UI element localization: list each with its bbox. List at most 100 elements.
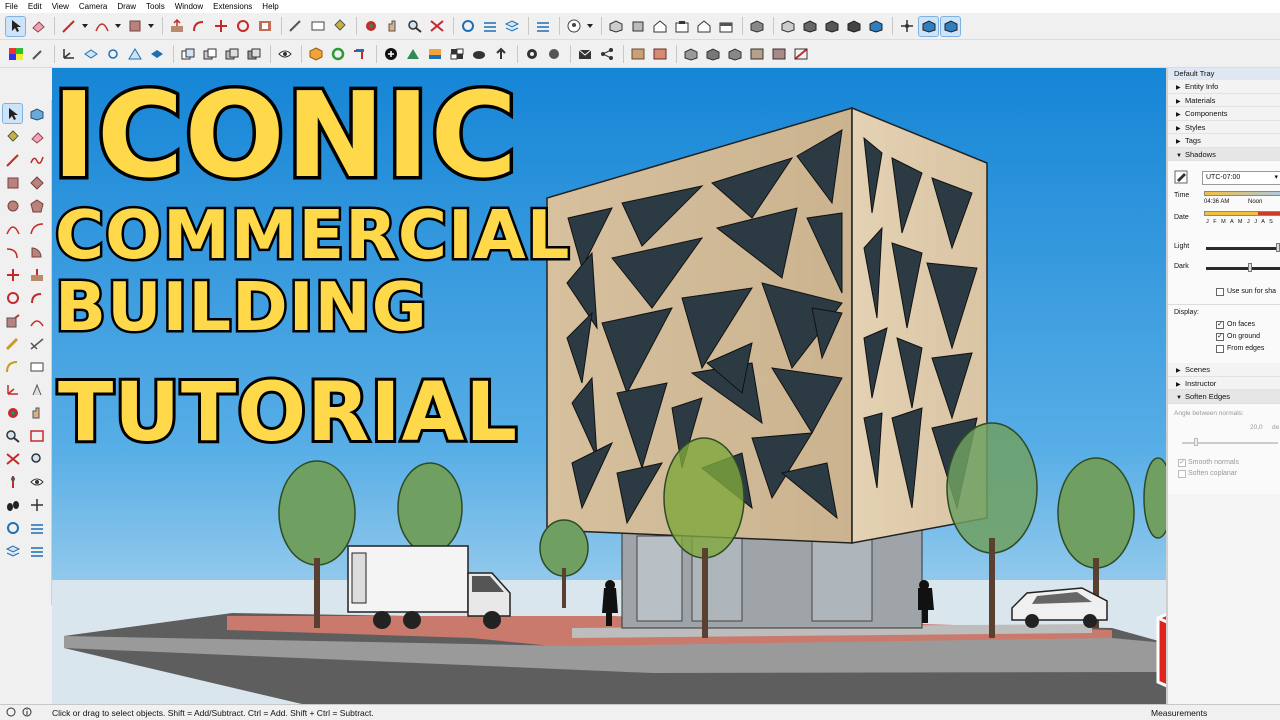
component-5-icon[interactable] xyxy=(769,44,788,63)
protractor-icon[interactable] xyxy=(3,357,22,376)
info-icon[interactable] xyxy=(22,707,32,719)
previous-view-icon[interactable] xyxy=(27,449,46,468)
rectangle-icon[interactable] xyxy=(3,173,22,192)
chevron-down-icon[interactable] xyxy=(114,17,122,36)
tray-section-scenes[interactable]: ▶ Scenes xyxy=(1168,363,1280,377)
menu-extensions[interactable]: Extensions xyxy=(208,0,257,13)
left-view-icon[interactable] xyxy=(716,17,735,36)
tray-section-materials[interactable]: ▶ Materials xyxy=(1168,93,1280,107)
circle-icon[interactable] xyxy=(3,196,22,215)
on-ground-checkbox[interactable]: ✓ xyxy=(1216,333,1224,341)
import-icon[interactable] xyxy=(350,44,369,63)
light-slider-thumb[interactable] xyxy=(1276,243,1280,252)
rotated-rectangle-icon[interactable] xyxy=(27,173,46,192)
component-2-icon[interactable] xyxy=(703,44,722,63)
color-palette-icon[interactable] xyxy=(6,44,25,63)
use-sun-checkbox[interactable] xyxy=(1216,288,1224,296)
tray-section-tags[interactable]: ▶ Tags xyxy=(1168,134,1280,148)
scale-icon[interactable] xyxy=(3,311,22,330)
arc-icon[interactable] xyxy=(3,219,22,238)
three-point-arc-icon[interactable] xyxy=(3,242,22,261)
rectangle-icon[interactable] xyxy=(125,17,144,36)
shaded-icon[interactable] xyxy=(844,17,863,36)
material-1-icon[interactable] xyxy=(628,44,647,63)
components-icon[interactable] xyxy=(533,17,552,36)
paint-bucket-icon[interactable] xyxy=(3,127,22,146)
menu-view[interactable]: View xyxy=(47,0,74,13)
pan-icon[interactable] xyxy=(27,403,46,422)
push-pull-icon[interactable] xyxy=(167,17,186,36)
chevron-down-icon[interactable] xyxy=(147,17,155,36)
tray-section-entity-info[interactable]: ▶ Entity Info xyxy=(1168,80,1280,94)
share-icon[interactable] xyxy=(597,44,616,63)
extension-warehouse-icon[interactable] xyxy=(27,518,46,537)
pencil-line-icon[interactable] xyxy=(59,17,78,36)
wireframe-icon[interactable] xyxy=(800,17,819,36)
zoom-icon[interactable] xyxy=(3,426,22,445)
cloud-icon[interactable] xyxy=(469,44,488,63)
two-point-arc-icon[interactable] xyxy=(27,219,46,238)
extension-manager-icon[interactable] xyxy=(544,44,563,63)
menu-help[interactable]: Help xyxy=(257,0,283,13)
front-view-icon[interactable] xyxy=(650,17,669,36)
orbit-icon[interactable] xyxy=(361,17,380,36)
offset-icon[interactable] xyxy=(27,311,46,330)
photo-texture-icon[interactable] xyxy=(403,44,422,63)
menu-draw[interactable]: Draw xyxy=(112,0,141,13)
paint-bucket-icon[interactable] xyxy=(330,17,349,36)
display-section-icon[interactable] xyxy=(275,44,294,63)
3d-text-icon[interactable] xyxy=(27,380,46,399)
push-pull-icon[interactable] xyxy=(27,265,46,284)
component-3-icon[interactable] xyxy=(725,44,744,63)
polygon-icon[interactable] xyxy=(27,196,46,215)
menu-file[interactable]: File xyxy=(0,0,23,13)
back-view-icon[interactable] xyxy=(694,17,713,36)
move-icon[interactable] xyxy=(3,265,22,284)
zoom-extents-icon[interactable] xyxy=(427,17,446,36)
smooth-normals-checkbox[interactable]: ✓ xyxy=(1178,458,1186,467)
dimension-icon[interactable] xyxy=(27,334,46,353)
select-icon[interactable] xyxy=(5,15,26,37)
arc-icon[interactable] xyxy=(92,17,111,36)
refresh-icon[interactable] xyxy=(328,44,347,63)
dimension-icon[interactable] xyxy=(103,44,122,63)
gear-icon[interactable] xyxy=(522,44,541,63)
dark-slider[interactable] xyxy=(1206,267,1280,270)
iso-view-icon[interactable] xyxy=(606,17,625,36)
zoom-extents-icon[interactable] xyxy=(3,449,22,468)
dark-slider-thumb[interactable] xyxy=(1248,263,1252,272)
eraser-icon[interactable] xyxy=(27,127,46,146)
text-icon[interactable] xyxy=(308,17,327,36)
look-around-icon[interactable] xyxy=(940,15,961,37)
from-edges-checkbox[interactable] xyxy=(1216,345,1224,353)
time-slider[interactable] xyxy=(1204,191,1280,196)
layout-icon[interactable] xyxy=(3,541,22,560)
components-icon[interactable] xyxy=(27,541,46,560)
tray-section-soften-edges[interactable]: ▼ Soften Edges xyxy=(1168,390,1280,404)
add-location-icon[interactable] xyxy=(381,44,400,63)
solid-subtract-icon[interactable] xyxy=(200,44,219,63)
tray-section-shadows[interactable]: ▼ Shadows xyxy=(1168,147,1280,161)
pie-icon[interactable] xyxy=(27,242,46,261)
model-viewport[interactable]: ICONIC COMMERCIAL BUILDING TUTORIAL xyxy=(52,68,1166,704)
section-fill-icon[interactable] xyxy=(147,44,166,63)
menu-edit[interactable]: Edit xyxy=(23,0,47,13)
chevron-down-icon[interactable] xyxy=(586,17,594,36)
tray-section-instructor[interactable]: ▶ Instructor xyxy=(1168,376,1280,390)
back-edges-icon[interactable] xyxy=(778,17,797,36)
offset-icon[interactable] xyxy=(255,17,274,36)
warehouse-icon[interactable] xyxy=(3,518,22,537)
text-icon[interactable] xyxy=(27,357,46,376)
user-icon[interactable] xyxy=(564,17,583,36)
tray-section-styles[interactable]: ▶ Styles xyxy=(1168,120,1280,134)
date-slider[interactable] xyxy=(1204,211,1280,216)
make-component-icon[interactable] xyxy=(27,104,46,123)
hidden-line-icon[interactable] xyxy=(822,17,841,36)
menu-camera[interactable]: Camera xyxy=(74,0,112,13)
look-around-icon[interactable] xyxy=(27,472,46,491)
soften-coplanar-checkbox[interactable] xyxy=(1178,469,1186,478)
menu-window[interactable]: Window xyxy=(170,0,208,13)
position-camera-icon[interactable] xyxy=(897,17,916,36)
axes-icon[interactable] xyxy=(59,44,78,63)
extension-warehouse-icon[interactable] xyxy=(480,17,499,36)
